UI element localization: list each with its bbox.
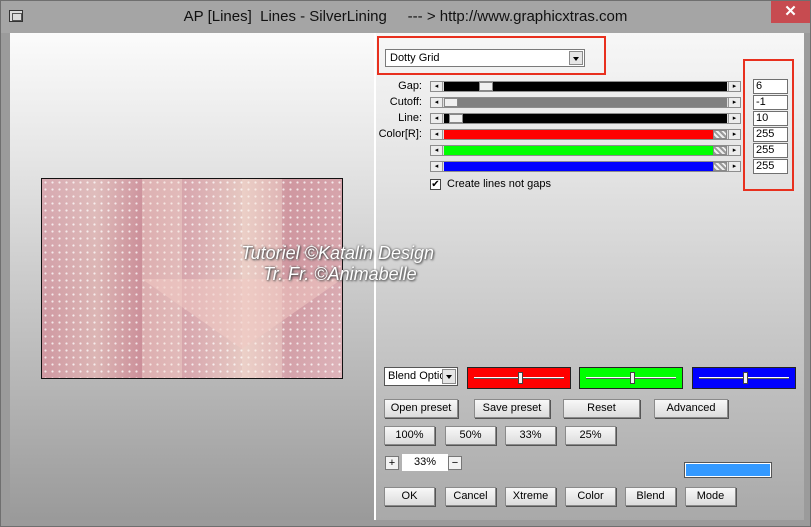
create-lines-label: Create lines not gaps	[447, 178, 551, 190]
slider-track[interactable]	[444, 146, 727, 155]
param-slider[interactable]: ◂ ▸	[430, 113, 741, 124]
color-button[interactable]: Color	[565, 487, 616, 506]
slider-left-arrow-icon[interactable]: ◂	[431, 146, 443, 155]
slider-right-arrow-icon[interactable]: ▸	[728, 162, 740, 171]
param-value-input[interactable]: 255	[753, 143, 788, 158]
effect-dropdown[interactable]: Dotty Grid	[385, 49, 585, 67]
window-title: AP [Lines] Lines - SilverLining --- > ht…	[183, 8, 628, 25]
param-label: Line:	[398, 112, 422, 124]
watermark-line-1: Tutoriel ©Katalin Design	[241, 243, 435, 263]
zoom-50-button[interactable]: 50%	[445, 426, 496, 445]
chevron-down-icon[interactable]	[442, 369, 456, 384]
zoom-33-button[interactable]: 33%	[505, 426, 556, 445]
param-label: Color[R]:	[378, 128, 422, 140]
cancel-button[interactable]: Cancel	[445, 487, 496, 506]
param-value-input[interactable]: -1	[753, 95, 788, 110]
slider-track[interactable]	[444, 130, 727, 139]
slider-right-arrow-icon[interactable]: ▸	[728, 82, 740, 91]
ok-button[interactable]: OK	[384, 487, 435, 506]
create-lines-checkbox[interactable]: ✔	[430, 179, 441, 190]
param-slider[interactable]: ◂ ▸	[430, 81, 741, 92]
slider-right-arrow-icon[interactable]: ▸	[728, 98, 740, 107]
param-slider[interactable]: ◂ ▸	[430, 161, 741, 172]
slider-thumb[interactable]	[444, 98, 458, 107]
slider-fill	[444, 82, 479, 91]
blend-slider-thumb[interactable]	[630, 372, 635, 384]
slider-right-arrow-icon[interactable]: ▸	[728, 130, 740, 139]
reset-button[interactable]: Reset	[563, 399, 640, 418]
param-value-input[interactable]: 10	[753, 111, 788, 126]
param-label: Gap:	[398, 80, 422, 92]
slider-left-arrow-icon[interactable]: ◂	[431, 130, 443, 139]
slider-track[interactable]	[444, 98, 727, 107]
blend-options-dropdown[interactable]: Blend Options	[384, 367, 458, 386]
slider-thumb[interactable]	[449, 114, 463, 123]
param-value-input[interactable]: 255	[753, 127, 788, 142]
color-swatch[interactable]	[684, 462, 772, 478]
slider-right-arrow-icon[interactable]: ▸	[728, 114, 740, 123]
save-preset-button[interactable]: Save preset	[474, 399, 550, 418]
watermark-line-2: Tr. Fr. ©Animabelle	[263, 264, 417, 284]
param-value-input[interactable]: 255	[753, 159, 788, 174]
param-slider[interactable]: ◂ ▸	[430, 97, 741, 108]
zoom-in-button[interactable]: +	[385, 456, 399, 470]
slider-track[interactable]	[444, 114, 727, 123]
close-button[interactable]: ✕	[771, 1, 810, 23]
preview-triangle	[142, 279, 342, 349]
xtreme-button[interactable]: Xtreme	[505, 487, 556, 506]
blend-button[interactable]: Blend	[625, 487, 676, 506]
zoom-out-button[interactable]: −	[448, 456, 462, 470]
slider-thumb[interactable]	[479, 82, 493, 91]
plugin-window: AP [Lines] Lines - SilverLining --- > ht…	[0, 0, 811, 527]
slider-track[interactable]	[444, 82, 727, 91]
blend-options-value: Blend Options	[388, 370, 442, 382]
open-preset-button[interactable]: Open preset	[384, 399, 458, 418]
blend-color-slider[interactable]	[579, 367, 683, 389]
slider-right-arrow-icon[interactable]: ▸	[728, 146, 740, 155]
slider-thumb[interactable]	[713, 130, 727, 139]
slider-thumb[interactable]	[713, 162, 727, 171]
blend-color-slider[interactable]	[692, 367, 796, 389]
slider-thumb[interactable]	[713, 146, 727, 155]
effect-dropdown-value: Dotty Grid	[390, 52, 440, 64]
blend-color-slider[interactable]	[467, 367, 571, 389]
title-bar: AP [Lines] Lines - SilverLining --- > ht…	[1, 1, 810, 33]
param-value-input[interactable]: 6	[753, 79, 788, 94]
slider-track[interactable]	[444, 162, 727, 171]
param-label: Cutoff:	[389, 96, 422, 108]
slider-left-arrow-icon[interactable]: ◂	[431, 114, 443, 123]
advanced-button[interactable]: Advanced	[654, 399, 728, 418]
slider-left-arrow-icon[interactable]: ◂	[431, 98, 443, 107]
chevron-down-icon[interactable]	[569, 51, 583, 65]
slider-left-arrow-icon[interactable]: ◂	[431, 82, 443, 91]
blend-slider-thumb[interactable]	[518, 372, 523, 384]
slider-left-arrow-icon[interactable]: ◂	[431, 162, 443, 171]
zoom-value: 33%	[402, 454, 448, 471]
blend-slider-thumb[interactable]	[743, 372, 748, 384]
param-slider[interactable]: ◂ ▸	[430, 129, 741, 140]
zoom-100-button[interactable]: 100%	[384, 426, 435, 445]
zoom-25-button[interactable]: 25%	[565, 426, 616, 445]
param-slider[interactable]: ◂ ▸	[430, 145, 741, 156]
mode-button[interactable]: Mode	[685, 487, 736, 506]
